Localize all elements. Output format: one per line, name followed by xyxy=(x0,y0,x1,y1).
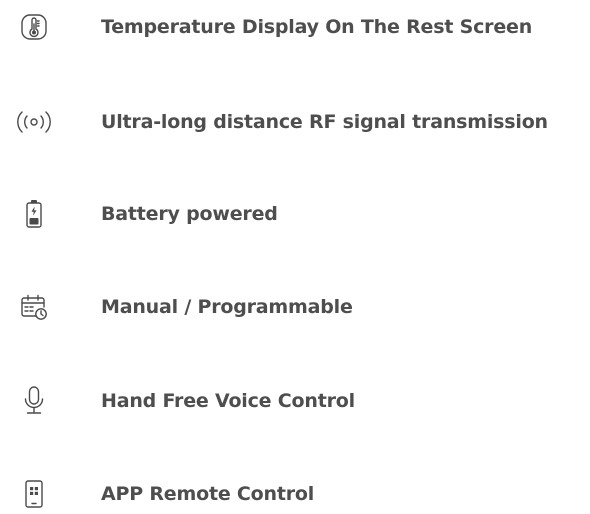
rf-signal-icon xyxy=(14,106,54,138)
thermometer-icon xyxy=(14,11,54,43)
feature-label: Hand Free Voice Control xyxy=(101,390,355,412)
feature-label: Battery powered xyxy=(101,203,278,225)
microphone-icon xyxy=(14,385,54,417)
feature-item-app-remote: APP Remote Control xyxy=(0,474,590,514)
feature-label: Temperature Display On The Rest Screen xyxy=(101,16,533,38)
feature-item-temperature-display: Temperature Display On The Rest Screen xyxy=(0,7,590,47)
feature-item-rf-signal: Ultra-long distance RF signal transmissi… xyxy=(0,102,590,142)
calendar-clock-icon xyxy=(14,291,54,323)
phone-app-icon xyxy=(14,478,54,510)
feature-label: Ultra-long distance RF signal transmissi… xyxy=(101,111,548,133)
feature-item-battery: Battery powered xyxy=(0,194,590,234)
battery-icon xyxy=(14,198,54,230)
feature-label: APP Remote Control xyxy=(101,483,315,505)
feature-label: Manual / Programmable xyxy=(101,296,353,318)
feature-item-voice-control: Hand Free Voice Control xyxy=(0,381,590,421)
feature-list: Temperature Display On The Rest Screen U… xyxy=(0,0,590,509)
feature-item-manual-programmable: Manual / Programmable xyxy=(0,287,590,327)
